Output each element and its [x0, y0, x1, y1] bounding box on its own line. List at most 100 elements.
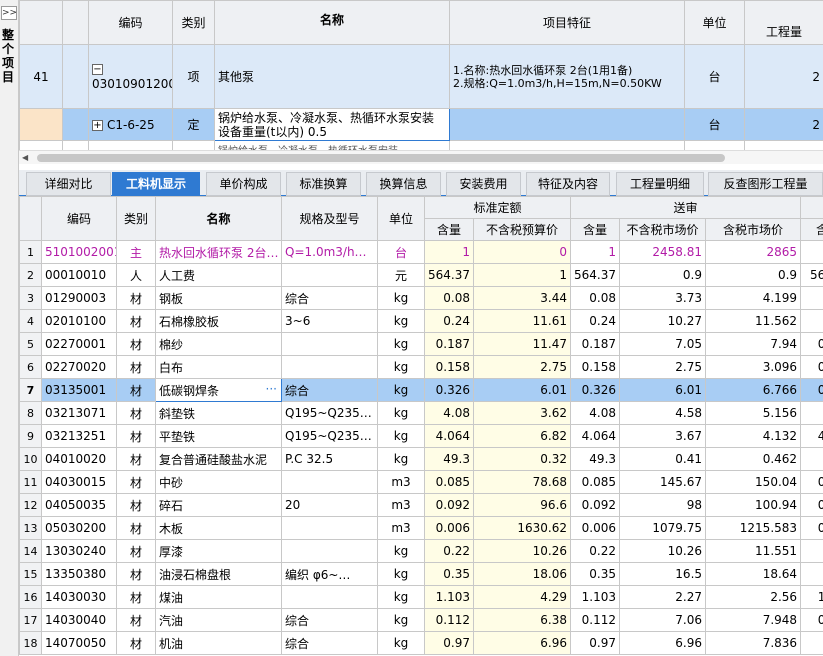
table-row[interactable]: 1614030030材煤油kg1.1034.291.1032.272.561.1… — [19, 585, 823, 609]
row-unit[interactable]: kg — [377, 309, 425, 333]
header-quantity[interactable]: 工程量 — [744, 0, 823, 45]
row-name[interactable]: 煤油 — [155, 585, 282, 609]
table-row[interactable]: 15 13350380 材油浸石棉盘根 编织 φ6~… kg 0.35 18.06 0.35 1… — [19, 562, 823, 586]
table-row[interactable]: 11 04030015 材中砂 m3 0.085 78.68 0.085 145.67 150.… — [19, 470, 823, 494]
row-unit[interactable]: kg — [377, 355, 425, 379]
market-price-ex[interactable]: 1079.75 — [619, 516, 707, 540]
header-market-price-ex[interactable]: 不含税市场价 — [619, 218, 707, 241]
std-quantity[interactable]: 0.326 — [424, 378, 474, 402]
row-name[interactable]: 斜垫铁 — [155, 401, 282, 425]
row-type[interactable]: 材 — [116, 539, 156, 563]
row-name[interactable]: 中砂 — [155, 470, 282, 494]
budget-price[interactable]: 96.6 — [472, 493, 572, 517]
row-feature[interactable]: 1.名称:热水回水循环泵 2台(1用1备) 2.规格:Q=1.0m3/h,H=15… — [449, 44, 685, 109]
row-type[interactable]: 主 — [116, 240, 156, 264]
next-quantity[interactable]: 0.092 — [800, 493, 823, 517]
next-quantity[interactable]: 1.103 — [800, 585, 823, 609]
row-type[interactable]: 材 — [116, 608, 156, 632]
header-spec[interactable]: 规格及型号 — [281, 196, 378, 241]
market-price-ex[interactable]: 2.27 — [619, 585, 707, 609]
row-spec[interactable] — [281, 263, 378, 287]
market-price-in[interactable]: 7.94 — [705, 332, 802, 356]
row-type[interactable]: 材 — [116, 516, 156, 540]
review-quantity[interactable]: 4.064 — [570, 424, 621, 448]
table-row-selected[interactable]: + C1-6-25 定 锅炉给水泵、冷凝水泵、热循环水泵安装 设备重量(t以内) … — [19, 108, 823, 141]
market-price-in[interactable]: 7.836 — [705, 631, 802, 655]
row-code[interactable]: 03135001 — [41, 378, 117, 402]
review-quantity[interactable]: 0.97 — [570, 631, 621, 655]
row-spec[interactable]: 20 — [281, 493, 378, 517]
row-code[interactable]: 13350380 — [41, 562, 117, 586]
market-price-ex[interactable]: 3.67 — [619, 424, 707, 448]
row-unit[interactable]: m3 — [377, 470, 425, 494]
std-quantity[interactable]: 0.158 — [424, 355, 474, 379]
row-code[interactable]: 13030240 — [41, 539, 117, 563]
header-name[interactable]: 名称 — [214, 0, 450, 45]
std-quantity[interactable]: 0.187 — [424, 332, 474, 356]
market-price-ex[interactable]: 0.41 — [619, 447, 707, 471]
row-name[interactable]: 人工费 — [155, 263, 282, 287]
whole-project-label[interactable]: 整个项目 — [2, 28, 16, 84]
row-spec[interactable] — [281, 516, 378, 540]
table-row[interactable]: 13 05030200 材木板 m3 0.006 1630.62 0.006 1079.75 1… — [19, 516, 823, 540]
row-code[interactable]: 14030030 — [41, 585, 117, 609]
review-quantity[interactable]: 0.08 — [570, 286, 621, 310]
std-quantity[interactable]: 49.3 — [424, 447, 474, 471]
review-quantity[interactable]: 0.158 — [570, 355, 621, 379]
row-spec[interactable] — [281, 585, 378, 609]
budget-price[interactable]: 4.29 — [472, 585, 572, 609]
row-type[interactable]: 材 — [116, 447, 156, 471]
row-spec[interactable] — [281, 470, 378, 494]
row-name[interactable]: 棉纱 — [155, 332, 282, 356]
row-code[interactable]: 04050035 — [41, 493, 117, 517]
market-price-ex[interactable]: 2458.81 — [619, 240, 707, 264]
next-quantity[interactable]: 4.064 — [800, 424, 823, 448]
next-quantity[interactable]: 0.22 — [800, 539, 823, 563]
row-unit[interactable]: kg — [377, 539, 425, 563]
row-quantity[interactable]: 2 — [744, 44, 823, 109]
next-quantity[interactable]: 0.006 — [800, 516, 823, 540]
budget-price[interactable]: 11.61 — [472, 309, 572, 333]
row-unit[interactable]: kg — [377, 424, 425, 448]
table-row[interactable]: 200010010人人工费元564.371564.370.90.9564.37 — [19, 263, 823, 287]
review-quantity[interactable]: 1.103 — [570, 585, 621, 609]
market-price-ex[interactable]: 6.96 — [619, 631, 707, 655]
row-code[interactable]: 14070050 — [41, 631, 117, 655]
market-price-ex[interactable]: 3.73 — [619, 286, 707, 310]
tab-features-content[interactable]: 特征及内容 — [526, 172, 610, 196]
market-price-in[interactable]: 4.132 — [705, 424, 802, 448]
std-quantity[interactable]: 0.006 — [424, 516, 474, 540]
market-price-in[interactable]: 1215.583 — [705, 516, 802, 540]
row-code[interactable]: 02270020 — [41, 355, 117, 379]
table-row[interactable]: 1814070050材机油综合kg0.976.960.976.967.8360.… — [19, 631, 823, 655]
header-std-quantity[interactable]: 含量 — [424, 218, 474, 241]
header-feature[interactable]: 项目特征 — [449, 0, 685, 45]
budget-price[interactable]: 18.06 — [472, 562, 572, 586]
row-spec[interactable]: P.C 32.5 — [281, 447, 378, 471]
expand-panel-button[interactable]: >> — [1, 6, 17, 20]
row-unit[interactable]: kg — [377, 631, 425, 655]
budget-price[interactable]: 2.75 — [472, 355, 572, 379]
review-quantity[interactable]: 0.35 — [570, 562, 621, 586]
budget-price[interactable]: 78.68 — [472, 470, 572, 494]
budget-price[interactable]: 1 — [472, 263, 572, 287]
next-quantity[interactable]: 0.158 — [800, 355, 823, 379]
std-quantity[interactable]: 4.08 — [424, 401, 474, 425]
std-quantity[interactable]: 4.064 — [424, 424, 474, 448]
row-unit[interactable]: m3 — [377, 493, 425, 517]
row-code[interactable]: 04010020 — [41, 447, 117, 471]
next-quantity[interactable]: 564.37 — [800, 263, 823, 287]
market-price-in[interactable]: 3.096 — [705, 355, 802, 379]
row-unit[interactable]: kg — [377, 378, 425, 402]
row-type[interactable]: 材 — [116, 585, 156, 609]
row-code[interactable]: 14030040 — [41, 608, 117, 632]
row-spec[interactable]: 综合 — [281, 608, 378, 632]
review-quantity[interactable]: 0.112 — [570, 608, 621, 632]
header-type[interactable]: 类别 — [172, 0, 215, 45]
budget-price[interactable]: 3.62 — [472, 401, 572, 425]
row-code[interactable]: 03213071 — [41, 401, 117, 425]
row-type[interactable]: 材 — [116, 631, 156, 655]
row-unit[interactable]: kg — [377, 585, 425, 609]
next-quantity[interactable]: 0.35 — [800, 562, 823, 586]
next-quantity[interactable]: 0.97 — [800, 631, 823, 655]
